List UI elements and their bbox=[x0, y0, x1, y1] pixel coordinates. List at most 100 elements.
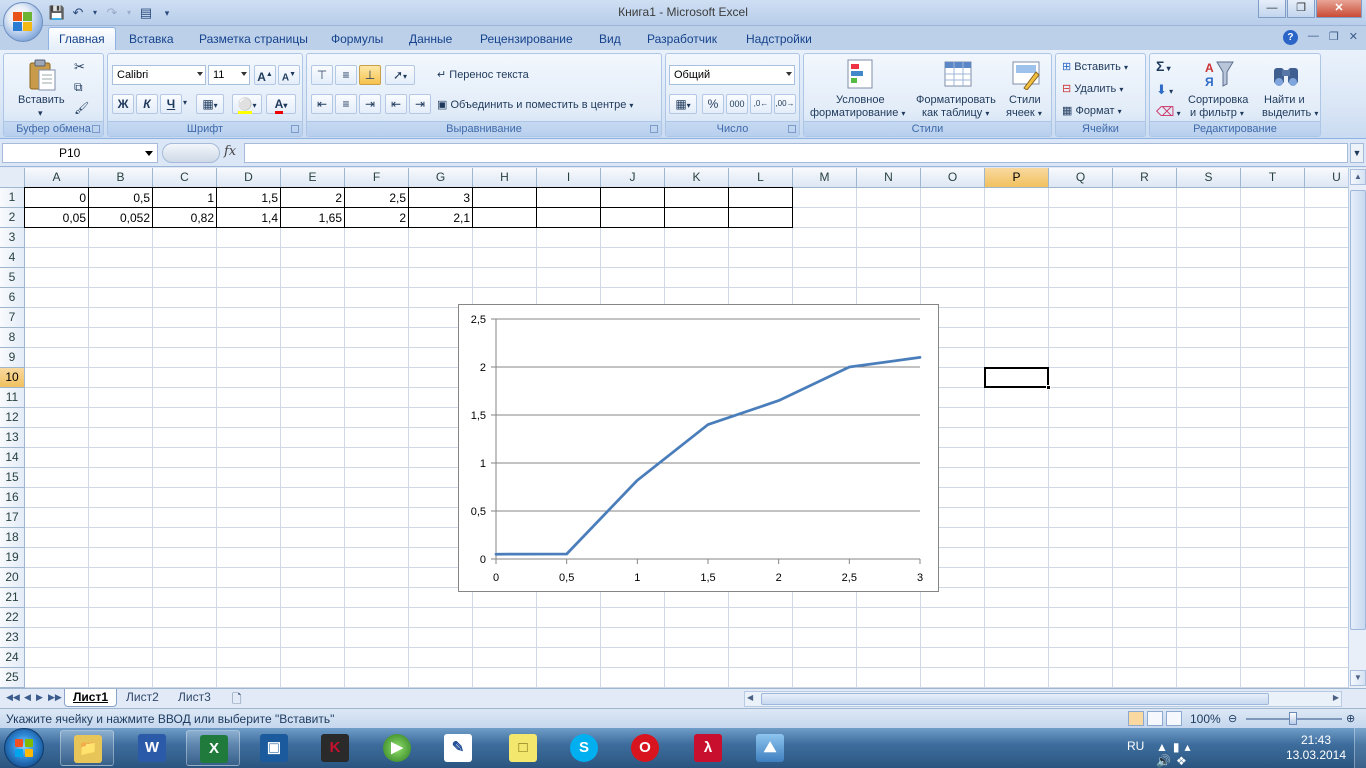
vertical-scrollbar[interactable]: ▲ ▼ bbox=[1348, 168, 1366, 688]
tray-expand-icon[interactable]: ▲ bbox=[1156, 740, 1173, 754]
shrink-font-button[interactable]: A▼ bbox=[278, 65, 300, 85]
cell-styles-icon[interactable] bbox=[1010, 58, 1042, 91]
ribbon-minimize-icon[interactable]: — bbox=[1308, 30, 1319, 45]
row-header-17[interactable]: 17 bbox=[0, 508, 25, 528]
office-button[interactable] bbox=[3, 2, 43, 42]
cond-format-label-2[interactable]: форматирование ▾ bbox=[810, 107, 905, 119]
cell-b2[interactable]: 0,052 bbox=[89, 208, 153, 228]
format-as-table-icon[interactable] bbox=[942, 58, 974, 90]
zoom-level[interactable]: 100% bbox=[1190, 712, 1221, 726]
column-header-j[interactable]: J bbox=[601, 168, 665, 188]
borders-button[interactable]: ▦▾ bbox=[196, 94, 224, 114]
insert-function-button[interactable]: fx bbox=[224, 144, 236, 159]
currency-format-icon[interactable]: ▦▾ bbox=[669, 94, 697, 114]
column-header-r[interactable]: R bbox=[1113, 168, 1177, 188]
tab-insert[interactable]: Вставка bbox=[129, 32, 174, 46]
column-header-t[interactable]: T bbox=[1241, 168, 1305, 188]
cut-icon[interactable]: ✂ bbox=[74, 59, 85, 75]
formula-input[interactable] bbox=[244, 143, 1348, 163]
column-header-g[interactable]: G bbox=[409, 168, 473, 188]
row-header-15[interactable]: 15 bbox=[0, 468, 25, 488]
close-button[interactable]: ✕ bbox=[1316, 0, 1362, 18]
minimize-button[interactable]: — bbox=[1258, 0, 1286, 18]
cell-e2[interactable]: 1,65 bbox=[281, 208, 345, 228]
column-header-a[interactable]: A bbox=[25, 168, 89, 188]
volume-icon[interactable]: 🔊 bbox=[1156, 754, 1176, 768]
taskbar-acrobat[interactable]: λ bbox=[681, 730, 735, 766]
row-header-24[interactable]: 24 bbox=[0, 648, 25, 668]
column-header-n[interactable]: N bbox=[857, 168, 921, 188]
column-header-p[interactable]: P bbox=[985, 168, 1049, 188]
clock[interactable]: 21:43 13.03.2014 bbox=[1280, 733, 1352, 763]
column-header-m[interactable]: M bbox=[793, 168, 857, 188]
column-header-c[interactable]: C bbox=[153, 168, 217, 188]
cell-e1[interactable]: 2 bbox=[281, 188, 345, 208]
grow-font-button[interactable]: A▲ bbox=[254, 65, 276, 85]
cell-g2[interactable]: 2,1 bbox=[409, 208, 473, 228]
cell-styles-label-1[interactable]: Стили bbox=[1009, 94, 1041, 106]
row-header-8[interactable]: 8 bbox=[0, 328, 25, 348]
row-header-16[interactable]: 16 bbox=[0, 488, 25, 508]
column-header-k[interactable]: K bbox=[665, 168, 729, 188]
taskbar-explorer[interactable]: 📁 bbox=[60, 730, 114, 766]
find-select-label-1[interactable]: Найти и bbox=[1264, 94, 1305, 106]
cell-g1[interactable]: 3 bbox=[409, 188, 473, 208]
cell-f1[interactable]: 2,5 bbox=[345, 188, 409, 208]
comma-format-button[interactable]: 000 bbox=[726, 94, 748, 114]
scroll-left-icon[interactable]: ◀ bbox=[747, 693, 753, 702]
dialog-launcher-icon[interactable] bbox=[291, 125, 299, 133]
active-cell[interactable] bbox=[984, 367, 1051, 390]
scroll-down-icon[interactable]: ▼ bbox=[1350, 670, 1366, 686]
wrap-text-button[interactable]: ↵ Перенос текста bbox=[437, 68, 529, 81]
conditional-formatting-icon[interactable] bbox=[844, 58, 876, 90]
column-header-i[interactable]: I bbox=[537, 168, 601, 188]
tab-formulas[interactable]: Формулы bbox=[331, 32, 383, 46]
prev-sheet-icon[interactable]: ◀ bbox=[24, 692, 31, 703]
tab-review[interactable]: Рецензирование bbox=[480, 32, 573, 46]
horizontal-scrollbar[interactable]: ◀ ▶ bbox=[744, 691, 1342, 707]
font-name-combo[interactable]: Calibri bbox=[112, 65, 206, 85]
fill-color-button[interactable]: ⚪▾ bbox=[232, 94, 262, 114]
bold-button[interactable]: Ж bbox=[112, 94, 134, 114]
align-right-icon[interactable]: ⇥ bbox=[359, 94, 381, 114]
percent-format-button[interactable]: % bbox=[702, 94, 724, 114]
font-size-combo[interactable]: 11 bbox=[208, 65, 250, 85]
taskbar-word[interactable]: W bbox=[125, 730, 179, 766]
paste-button[interactable]: Вставить bbox=[18, 94, 65, 106]
dialog-launcher-icon[interactable] bbox=[650, 125, 658, 133]
column-header-d[interactable]: D bbox=[217, 168, 281, 188]
row-header-19[interactable]: 19 bbox=[0, 548, 25, 568]
align-bottom-icon[interactable]: ⊥ bbox=[359, 65, 381, 85]
insert-cells-button[interactable]: ⊞ Вставить ▾ bbox=[1062, 60, 1128, 73]
tab-developer[interactable]: Разработчик bbox=[647, 32, 717, 46]
normal-view-icon[interactable] bbox=[1128, 711, 1144, 726]
cell-d1[interactable]: 1,5 bbox=[217, 188, 281, 208]
page-layout-view-icon[interactable] bbox=[1147, 711, 1163, 726]
cell-c1[interactable]: 1 bbox=[153, 188, 217, 208]
column-header-s[interactable]: S bbox=[1177, 168, 1241, 188]
format-table-label-2[interactable]: как таблицу ▾ bbox=[922, 107, 989, 119]
security-icon[interactable]: ❖ bbox=[1176, 754, 1192, 768]
network-icon[interactable]: ▮ bbox=[1173, 740, 1185, 754]
last-sheet-icon[interactable]: ▶▶ bbox=[48, 692, 62, 703]
zoom-slider-knob[interactable] bbox=[1289, 712, 1297, 725]
cell-c2[interactable]: 0,82 bbox=[153, 208, 217, 228]
ribbon-close-icon[interactable]: ✕ bbox=[1349, 30, 1358, 45]
taskbar-skype[interactable]: S bbox=[557, 730, 611, 766]
align-left-icon[interactable]: ⇤ bbox=[311, 94, 333, 114]
paste-icon[interactable] bbox=[26, 58, 58, 91]
increase-decimal-button[interactable]: ,0← bbox=[750, 94, 772, 114]
tab-data[interactable]: Данные bbox=[409, 32, 452, 46]
row-header-21[interactable]: 21 bbox=[0, 588, 25, 608]
cell-d2[interactable]: 1,4 bbox=[217, 208, 281, 228]
vertical-scroll-thumb[interactable] bbox=[1350, 190, 1366, 630]
clear-icon[interactable]: ⌫ ▾ bbox=[1156, 104, 1181, 120]
horizontal-scroll-thumb[interactable] bbox=[761, 693, 1269, 705]
language-indicator[interactable]: RU bbox=[1127, 739, 1144, 753]
taskbar-kaspersky[interactable]: K bbox=[308, 730, 362, 766]
scroll-right-icon[interactable]: ▶ bbox=[1333, 693, 1339, 702]
insert-sheet-icon[interactable]: 🗋 bbox=[224, 689, 250, 707]
ribbon-restore-icon[interactable]: ❐ bbox=[1329, 30, 1339, 45]
cell-a2[interactable]: 0,05 bbox=[25, 208, 89, 228]
decrease-decimal-button[interactable]: ,00→ bbox=[774, 94, 796, 114]
